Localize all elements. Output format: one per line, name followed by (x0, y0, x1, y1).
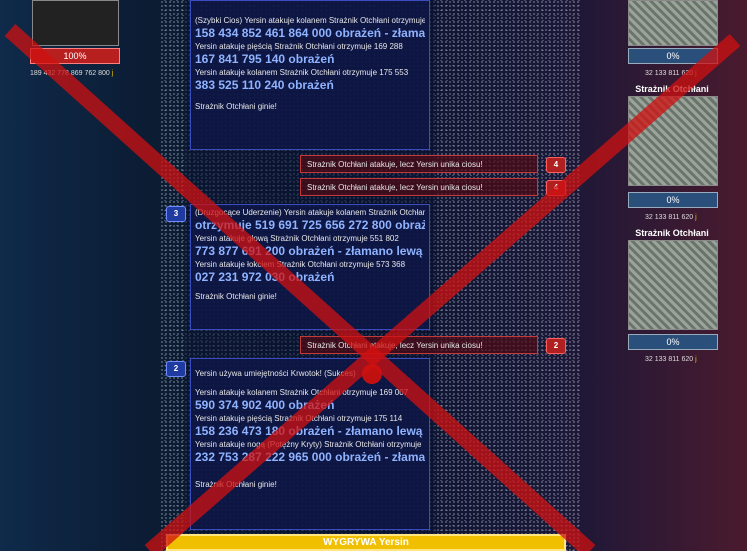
log-line: 158 236 473 180 obrażeń - złamano lewą r… (195, 424, 425, 438)
log-line: 590 374 902 400 obrażeń (195, 398, 335, 412)
round-panel-2: Yersin używa umiejętności Krwotok! (Sukc… (190, 358, 430, 530)
log-line: (Szybki Cios) Yersin atakuje kolanem Str… (195, 16, 425, 25)
enemy-name-3: Strażnik Otchłani (635, 228, 709, 238)
turn-badge: 3 (166, 206, 186, 222)
enemy-hp-value-3: 32 133 811 620 (645, 356, 694, 363)
enemy-hp-suffix-1: j (695, 70, 697, 77)
log-line: 773 877 691 200 obrażeń - złamano lewą r… (195, 244, 425, 258)
enemy-hp-value-2: 32 133 811 620 (645, 214, 694, 221)
player-hp-suffix: j (111, 70, 114, 77)
log-line: (Druzgocące Uderzenie) Yersin atakuje ko… (195, 208, 425, 217)
enemy-hp-suffix-2: j (695, 214, 697, 221)
enemy-attack-row: Strażnik Otchłani atakuje, lecz Yersin u… (300, 178, 538, 196)
round-panel-3: (Druzgocące Uderzenie) Yersin atakuje ko… (190, 204, 430, 330)
enemy-hp-1: 32 133 811 620 j (645, 70, 697, 77)
log-line: 027 231 972 030 obrażeń (195, 270, 335, 284)
log-line: Yersin atakuje pięścią Strażnik Otchłani… (195, 414, 403, 423)
log-line: Yersin atakuje pięścią Strażnik Otchłani… (195, 42, 403, 51)
player-hp-value: 189 432 778 869 762 800 (30, 70, 110, 77)
blood-skill-icon (361, 363, 382, 384)
player-hp-label: 189 432 778 869 762 800 j (30, 70, 113, 77)
player-portrait (32, 0, 119, 46)
enemy-health-bar-1: 0% (628, 48, 718, 64)
log-line: 158 434 852 461 864 000 obrażeń - złaman… (195, 26, 425, 40)
log-line: Yersin atakuje kolanem Strażnik Otchłani… (195, 388, 409, 397)
log-line: Yersin atakuje łokciem Strażnik Otchłani… (195, 260, 406, 269)
enemy-hp-3: 32 133 811 620 j (645, 356, 697, 363)
enemy-health-bar-2: 0% (628, 192, 718, 208)
log-line: Yersin atakuje nogą (Potężny Kryty) Stra… (195, 440, 422, 449)
enemy-portrait-1 (628, 0, 718, 46)
enemy-portrait-2 (628, 96, 718, 186)
turn-badge: 4 (546, 180, 566, 196)
enemy-hp-suffix-3: j (695, 356, 697, 363)
enemy-attack-row: Strażnik Otchłani atakuje, lecz Yersin u… (300, 155, 538, 173)
turn-badge: 2 (546, 338, 566, 354)
round-panel-1: (Szybki Cios) Yersin atakuje kolanem Str… (190, 0, 430, 150)
enemy-attack-row: Strażnik Otchłani atakuje, lecz Yersin u… (300, 336, 538, 354)
log-line: 232 753 287 222 965 000 obrażeń - złaman… (195, 450, 425, 464)
log-line: Strażnik Otchłani ginie! (195, 292, 277, 301)
enemy-hp-2: 32 133 811 620 j (645, 214, 697, 221)
player-health-bar: 100% (30, 48, 120, 64)
log-line: Yersin atakuje kolanem Strażnik Otchłani… (195, 68, 409, 77)
log-line: Yersin atakuje głową Strażnik Otchłani o… (195, 234, 399, 243)
winner-banner: WYGRYWA Yersin (166, 534, 566, 551)
enemy-hp-value-1: 32 133 811 620 (645, 70, 694, 77)
log-line: otrzymuje 519 691 725 656 272 800 obraże… (195, 218, 425, 232)
log-line: Yersin używa umiejętności Krwotok! (Sukc… (195, 369, 356, 378)
enemy-portrait-3 (628, 240, 718, 330)
log-line: 383 525 110 240 obrażeń (195, 78, 334, 92)
log-line: Strażnik Otchłani ginie! (195, 102, 277, 111)
turn-badge: 4 (546, 157, 566, 173)
enemy-health-bar-3: 0% (628, 334, 718, 350)
skill-line: Yersin używa umiejętności Krwotok! (Sukc… (195, 361, 425, 387)
log-line: 167 841 795 140 obrażeń (195, 52, 335, 66)
turn-badge: 2 (166, 361, 186, 377)
log-line: Strażnik Otchłani ginie! (195, 480, 277, 489)
enemy-name-2: Strażnik Otchłani (635, 84, 709, 94)
